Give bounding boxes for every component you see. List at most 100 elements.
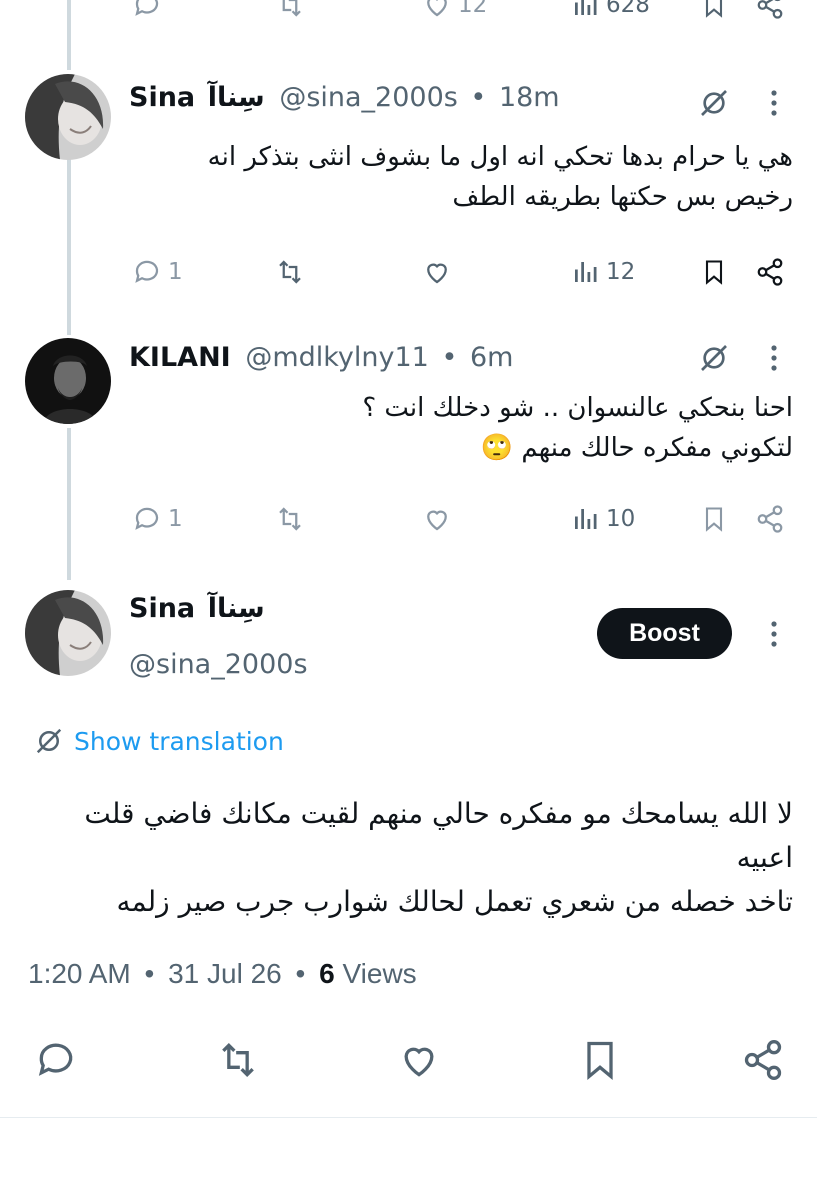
grok-icon — [701, 90, 727, 116]
tweet-meta: 1:20 AM • 31 Jul 26 • 6 Views — [28, 958, 417, 990]
separator-dot: • — [470, 82, 487, 113]
display-name-arabic[interactable]: سِناآ — [208, 593, 265, 624]
views-button[interactable]: 10 — [570, 504, 635, 534]
like-icon — [427, 263, 447, 284]
reply-button[interactable]: 1 — [132, 257, 183, 287]
display-name[interactable]: Sina — [129, 593, 195, 624]
grok-button[interactable] — [696, 85, 732, 121]
repost-icon — [279, 507, 301, 531]
like-button[interactable]: 12 — [422, 0, 487, 20]
divider — [0, 1117, 817, 1118]
grok-icon — [701, 345, 727, 371]
reply-icon — [135, 260, 159, 283]
bookmark-button[interactable] — [700, 257, 728, 287]
reply-button[interactable] — [34, 1038, 78, 1082]
show-translation-link[interactable]: Show translation — [34, 726, 284, 756]
repost-button[interactable] — [275, 0, 305, 20]
share-button[interactable] — [755, 0, 785, 20]
like-button[interactable] — [422, 257, 452, 287]
reply-button[interactable]: 1 — [132, 504, 183, 534]
display-name-arabic[interactable]: سِناآ — [208, 82, 265, 113]
like-icon — [427, 0, 447, 17]
main-action-bar — [0, 1032, 817, 1092]
share-button[interactable] — [755, 504, 785, 534]
tweet-text-line: لا الله يسامحك مو مفكره حالي منهم لقيت م… — [84, 797, 793, 830]
bookmark-icon — [587, 1041, 613, 1081]
share-button[interactable] — [741, 1038, 785, 1082]
tweet-text: لا الله يسامحك مو مفكره حالي منهم لقيت م… — [23, 792, 793, 924]
reply-count: 1 — [168, 259, 183, 285]
tweet-text-line: رخيص بس حكتها بطريقه الطف — [452, 182, 793, 212]
thread-line — [67, 428, 71, 580]
show-translation-label: Show translation — [74, 726, 284, 756]
reply-icon — [38, 1043, 73, 1076]
share-button[interactable] — [755, 257, 785, 287]
timestamp[interactable]: 6m — [470, 342, 513, 373]
main-display-name-row: Sina سِناآ — [129, 592, 265, 626]
share-icon — [757, 258, 783, 286]
display-name[interactable]: KILANI — [129, 342, 231, 373]
reply-button[interactable] — [132, 0, 162, 20]
like-button[interactable] — [422, 504, 452, 534]
tweet-text: احنا بنحكي عالنسوان .. شو دخلك انت ؟ لتك… — [113, 388, 793, 468]
boost-button[interactable]: Boost — [597, 608, 732, 659]
separator-dot: • — [441, 342, 458, 373]
share-icon — [744, 1040, 782, 1080]
bookmark-button[interactable] — [578, 1038, 622, 1082]
bookmark-button[interactable] — [700, 0, 728, 20]
avatar[interactable] — [25, 338, 111, 424]
reply-count: 1 — [168, 506, 183, 532]
like-button[interactable] — [397, 1038, 441, 1082]
tweet-text-line: لتكوني مفكره حالك منهم 🙄 — [480, 433, 793, 463]
handle[interactable]: @sina_2000s — [129, 649, 308, 680]
tweet-text: هي يا حرام بدها تحكي انه اول ما بشوف انث… — [113, 137, 793, 217]
handle[interactable]: @sina_2000s — [279, 82, 458, 113]
tweet-time[interactable]: 1:20 AM — [28, 958, 131, 989]
repost-icon — [222, 1042, 254, 1078]
views-count: 12 — [606, 259, 636, 285]
grok-button[interactable] — [696, 340, 732, 376]
views-icon — [575, 0, 597, 15]
main-handle-row: @sina_2000s — [129, 648, 308, 682]
like-icon — [404, 1047, 434, 1077]
bookmark-button[interactable] — [700, 504, 728, 534]
display-name[interactable]: Sina — [129, 82, 195, 113]
tweet-text-line: هي يا حرام بدها تحكي انه اول ما بشوف انث… — [207, 142, 793, 172]
views-count: 10 — [606, 506, 636, 532]
bookmark-icon — [705, 0, 723, 18]
more-options-button[interactable] — [762, 85, 786, 121]
reply-icon — [135, 0, 159, 16]
repost-icon — [282, 0, 301, 17]
views-button[interactable]: 628 — [570, 0, 650, 20]
tweet-text-line: اعبيه — [736, 841, 793, 874]
views-label: Views — [342, 958, 417, 989]
repost-icon — [279, 260, 301, 284]
more-icon — [771, 621, 777, 647]
more-icon — [771, 90, 777, 116]
reply-header: Sina سِناآ @sina_2000s • 18m — [129, 81, 560, 115]
like-count: 12 — [458, 0, 488, 18]
timestamp[interactable]: 18m — [499, 82, 560, 113]
repost-button[interactable] — [275, 257, 305, 287]
reply-header: KILANI @mdlkylny11 • 6m — [129, 341, 513, 375]
separator-dot: • — [295, 958, 306, 989]
separator-dot: • — [144, 958, 155, 989]
views-count: 6 — [319, 958, 335, 989]
handle[interactable]: @mdlkylny11 — [245, 342, 429, 373]
more-options-button[interactable] — [762, 340, 786, 376]
like-icon — [427, 510, 447, 531]
thread-line — [67, 0, 71, 70]
more-options-button[interactable] — [762, 616, 786, 652]
bookmark-icon — [705, 507, 723, 532]
avatar[interactable] — [25, 590, 111, 676]
avatar[interactable] — [25, 74, 111, 160]
tweet-text-line: احنا بنحكي عالنسوان .. شو دخلك انت ؟ — [362, 393, 793, 423]
bookmark-icon — [705, 260, 723, 285]
translate-icon — [36, 728, 62, 754]
views-count: 628 — [606, 0, 650, 18]
views-button[interactable]: 12 — [570, 257, 635, 287]
share-icon — [757, 505, 783, 533]
repost-button[interactable] — [216, 1038, 260, 1082]
repost-button[interactable] — [275, 504, 305, 534]
tweet-date[interactable]: 31 Jul 26 — [168, 958, 282, 989]
